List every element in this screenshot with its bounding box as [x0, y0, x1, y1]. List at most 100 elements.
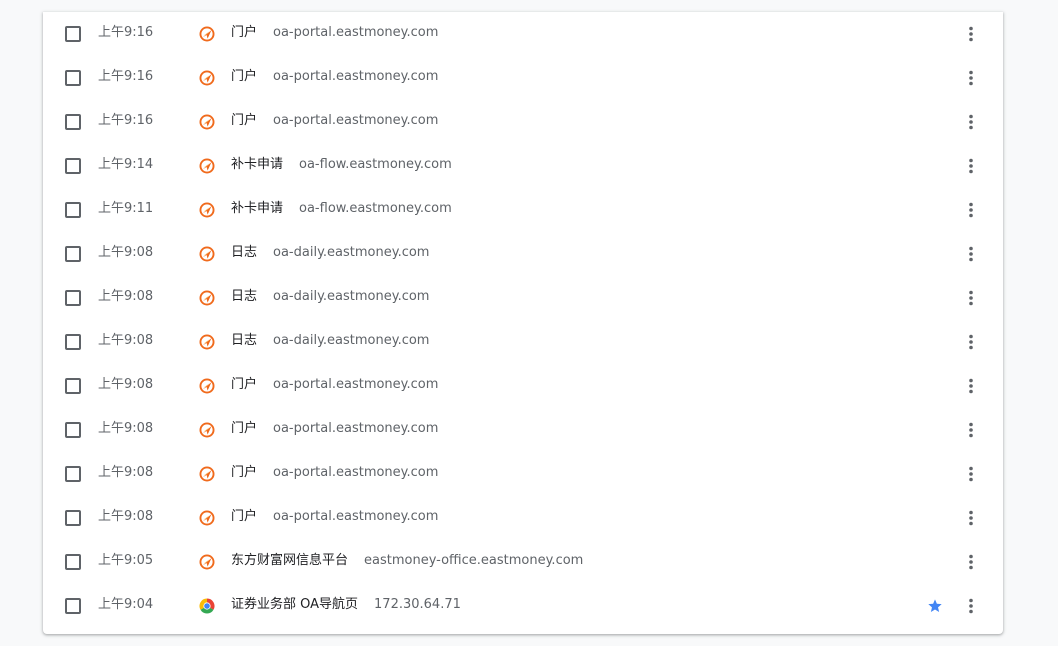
select-checkbox[interactable]: [65, 158, 81, 174]
select-checkbox[interactable]: [65, 422, 81, 438]
entry-text: 补卡申请 oa-flow.eastmoney.com: [231, 157, 452, 173]
more-actions-icon[interactable]: [961, 24, 981, 44]
more-actions-icon[interactable]: [961, 288, 981, 308]
select-checkbox[interactable]: [65, 202, 81, 218]
entry-text: 日志 oa-daily.eastmoney.com: [231, 289, 429, 305]
more-actions-icon[interactable]: [961, 244, 981, 264]
more-actions-icon[interactable]: [961, 596, 981, 616]
page-domain: oa-portal.eastmoney.com: [273, 113, 439, 128]
page-title-link[interactable]: 日志: [231, 245, 257, 260]
history-row[interactable]: 上午9:08 日志 oa-daily.eastmoney.com: [43, 232, 1003, 276]
page-title-link[interactable]: 东方财富网信息平台: [231, 553, 348, 568]
more-actions-icon[interactable]: [961, 68, 981, 88]
page-title-link[interactable]: 门户: [231, 509, 257, 524]
page-title-link[interactable]: 补卡申请: [231, 157, 283, 172]
more-actions-icon[interactable]: [961, 376, 981, 396]
history-row[interactable]: 上午9:16 门户 oa-portal.eastmoney.com: [43, 100, 1003, 144]
page-domain: oa-daily.eastmoney.com: [273, 245, 430, 260]
page-title-link[interactable]: 日志: [231, 333, 257, 348]
entry-text: 门户 oa-portal.eastmoney.com: [231, 465, 438, 481]
page-title-link[interactable]: 门户: [231, 69, 257, 84]
entry-text: 门户 oa-portal.eastmoney.com: [231, 69, 438, 85]
eastmoney-icon: [199, 290, 215, 306]
visit-time: 上午9:14: [98, 157, 154, 172]
history-row[interactable]: 上午9:16 门户 oa-portal.eastmoney.com: [43, 56, 1003, 100]
visit-time: 上午9:08: [98, 465, 154, 480]
more-actions-icon[interactable]: [961, 156, 981, 176]
select-checkbox[interactable]: [65, 26, 81, 42]
select-checkbox[interactable]: [65, 554, 81, 570]
more-actions-icon[interactable]: [961, 552, 981, 572]
page-domain: oa-portal.eastmoney.com: [273, 69, 439, 84]
select-checkbox[interactable]: [65, 334, 81, 350]
visit-time: 上午9:16: [98, 69, 154, 84]
entry-text: 东方财富网信息平台 eastmoney-office.eastmoney.com: [231, 553, 583, 569]
page-domain: oa-flow.eastmoney.com: [299, 157, 452, 172]
page-domain: eastmoney-office.eastmoney.com: [364, 553, 584, 568]
history-row[interactable]: 上午9:11 补卡申请 oa-flow.eastmoney.com: [43, 188, 1003, 232]
page-title-link[interactable]: 证券业务部 OA导航页: [231, 597, 358, 612]
page-title-link[interactable]: 门户: [231, 113, 257, 128]
entry-text: 补卡申请 oa-flow.eastmoney.com: [231, 201, 452, 217]
history-row[interactable]: 上午9:08 门户 oa-portal.eastmoney.com: [43, 452, 1003, 496]
page-domain: oa-portal.eastmoney.com: [273, 509, 439, 524]
select-checkbox[interactable]: [65, 598, 81, 614]
history-row[interactable]: 上午9:08 门户 oa-portal.eastmoney.com: [43, 496, 1003, 540]
more-actions-icon[interactable]: [961, 200, 981, 220]
history-row[interactable]: 上午9:08 门户 oa-portal.eastmoney.com: [43, 364, 1003, 408]
visit-time: 上午9:08: [98, 333, 154, 348]
select-checkbox[interactable]: [65, 510, 81, 526]
eastmoney-icon: [199, 334, 215, 350]
page-domain: oa-portal.eastmoney.com: [273, 421, 439, 436]
history-row[interactable]: 上午9:14 补卡申请 oa-flow.eastmoney.com: [43, 144, 1003, 188]
page-title-link[interactable]: 门户: [231, 421, 257, 436]
page-title-link[interactable]: 门户: [231, 465, 257, 480]
eastmoney-icon: [199, 202, 215, 218]
select-checkbox[interactable]: [65, 290, 81, 306]
page-title-link[interactable]: 门户: [231, 25, 257, 40]
visit-time: 上午9:11: [98, 201, 154, 216]
entry-text: 门户 oa-portal.eastmoney.com: [231, 509, 438, 525]
more-actions-icon[interactable]: [961, 420, 981, 440]
eastmoney-icon: [199, 114, 215, 130]
select-checkbox[interactable]: [65, 466, 81, 482]
history-row[interactable]: 上午9:08 门户 oa-portal.eastmoney.com: [43, 408, 1003, 452]
history-row[interactable]: 上午9:08 日志 oa-daily.eastmoney.com: [43, 320, 1003, 364]
history-row[interactable]: 上午9:04 证券业务部 OA导航页 172.30.64.71: [43, 584, 1003, 628]
page-domain: oa-flow.eastmoney.com: [299, 201, 452, 216]
history-row[interactable]: 上午9:08 日志 oa-daily.eastmoney.com: [43, 276, 1003, 320]
more-actions-icon[interactable]: [961, 332, 981, 352]
entry-text: 日志 oa-daily.eastmoney.com: [231, 245, 429, 261]
eastmoney-icon: [199, 378, 215, 394]
entry-text: 门户 oa-portal.eastmoney.com: [231, 421, 438, 437]
page-title-link[interactable]: 日志: [231, 289, 257, 304]
page-title-link[interactable]: 门户: [231, 377, 257, 392]
history-card: 上午9:16 门户 oa-portal.eastmoney.com 上午9:16 门户 o…: [43, 12, 1003, 634]
page-domain: 172.30.64.71: [374, 597, 461, 612]
select-checkbox[interactable]: [65, 70, 81, 86]
select-checkbox[interactable]: [65, 378, 81, 394]
eastmoney-icon: [199, 510, 215, 526]
eastmoney-icon: [199, 158, 215, 174]
entry-text: 证券业务部 OA导航页 172.30.64.71: [231, 597, 461, 613]
bookmark-star-icon[interactable]: [927, 598, 943, 614]
eastmoney-icon: [199, 26, 215, 42]
entry-text: 门户 oa-portal.eastmoney.com: [231, 377, 438, 393]
more-actions-icon[interactable]: [961, 112, 981, 132]
select-checkbox[interactable]: [65, 114, 81, 130]
page-domain: oa-daily.eastmoney.com: [273, 289, 430, 304]
page-domain: oa-portal.eastmoney.com: [273, 465, 439, 480]
eastmoney-icon: [199, 422, 215, 438]
eastmoney-icon: [199, 70, 215, 86]
visit-time: 上午9:16: [98, 113, 154, 128]
page-title-link[interactable]: 补卡申请: [231, 201, 283, 216]
more-actions-icon[interactable]: [961, 508, 981, 528]
history-row[interactable]: 上午9:05 东方财富网信息平台 eastmoney-office.eastmone…: [43, 540, 1003, 584]
visit-time: 上午9:04: [98, 597, 154, 612]
history-row[interactable]: 上午9:16 门户 oa-portal.eastmoney.com: [43, 12, 1003, 56]
visit-time: 上午9:08: [98, 245, 154, 260]
select-checkbox[interactable]: [65, 246, 81, 262]
visit-time: 上午9:08: [98, 289, 154, 304]
entry-text: 日志 oa-daily.eastmoney.com: [231, 333, 429, 349]
more-actions-icon[interactable]: [961, 464, 981, 484]
